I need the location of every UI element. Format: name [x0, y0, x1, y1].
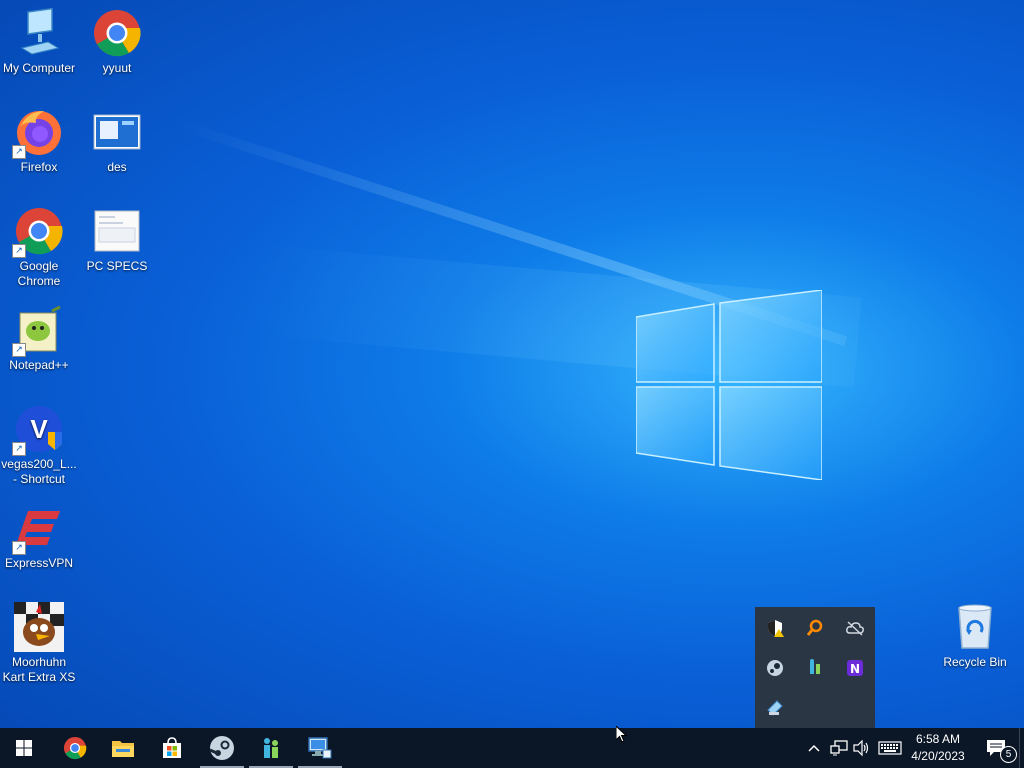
network-icon — [830, 740, 848, 756]
desktop-icon-notepad-plus-plus[interactable]: ↗ Notepad++ — [0, 303, 78, 373]
network-app-icon[interactable] — [805, 658, 825, 678]
desktop-icon-label: des — [107, 160, 127, 174]
notepad-plus-plus-icon: ↗ — [12, 305, 64, 357]
wallpaper-light-beam — [178, 120, 848, 347]
desktop-icon-recycle-bin[interactable]: Recycle Bin — [936, 600, 1014, 670]
security-warning-icon[interactable] — [765, 618, 785, 638]
desktop-icon-yyuut[interactable]: yyuut — [78, 6, 156, 76]
shortcut-arrow-icon: ↗ — [12, 442, 26, 456]
screenshot-file-icon — [92, 107, 142, 157]
chrome-icon: ↗ — [12, 206, 64, 258]
windows-start-icon — [16, 740, 32, 756]
expressvpn-icon: ↗ — [12, 503, 64, 555]
search-tool-icon[interactable] — [805, 618, 825, 638]
shortcut-arrow-icon: ↗ — [12, 541, 26, 555]
computer-icon — [14, 7, 64, 58]
taskbar: 6:58 AM 4/20/2023 5 — [0, 728, 1024, 768]
store-icon — [163, 737, 181, 758]
shortcut-arrow-icon: ↗ — [12, 244, 26, 258]
desktop-icon-moorhuhn-kart[interactable]: Moorhuhn Kart Extra XS — [0, 600, 78, 685]
desktop[interactable]: My Computer yyuut ↗ Firefox des ↗ Google… — [0, 0, 1024, 728]
tray-overflow-flyout: N — [755, 607, 875, 728]
svg-text:N: N — [850, 662, 860, 676]
usb-device-icon[interactable] — [765, 698, 785, 718]
shortcut-arrow-icon: ↗ — [12, 145, 26, 159]
desktop-icon-label: yyuut — [102, 61, 132, 75]
show-desktop-button[interactable] — [1019, 728, 1024, 768]
taskbar-steam[interactable] — [198, 728, 246, 768]
desktop-icon-my-computer[interactable]: My Computer — [0, 6, 78, 76]
shortcut-arrow-icon: ↗ — [12, 343, 26, 357]
cloud-offline-icon[interactable] — [845, 618, 865, 638]
desktop-icon-label: ExpressVPN — [4, 556, 74, 570]
desktop-icon-vegas-shortcut[interactable]: V ↗ vegas200_L... - Shortcut — [0, 402, 78, 487]
windows-logo-wallpaper — [636, 290, 822, 480]
n-app-icon[interactable]: N — [845, 658, 865, 678]
start-button[interactable] — [0, 728, 48, 768]
desktop-icon-label: Recycle Bin — [943, 655, 1007, 669]
mouse-cursor-icon — [616, 726, 628, 743]
vegas-icon: V ↗ — [12, 404, 64, 456]
desktop-icon-pc-specs[interactable]: PC SPECS — [78, 204, 156, 274]
clock-button[interactable]: 6:58 AM 4/20/2023 — [906, 728, 970, 768]
action-center-button[interactable]: 5 — [976, 728, 1017, 768]
volume-tray-button[interactable] — [851, 728, 873, 768]
network-tray-button[interactable] — [828, 728, 850, 768]
desktop-icon-label: Firefox — [20, 160, 58, 174]
chrome-icon — [63, 736, 87, 760]
firefox-icon: ↗ — [12, 107, 64, 159]
remote-desktop-icon — [308, 737, 332, 759]
notification-count-badge: 5 — [1000, 746, 1017, 763]
desktop-icon-label: Notepad++ — [9, 358, 69, 372]
clock-date: 4/20/2023 — [911, 749, 965, 763]
chrome-icon — [92, 8, 142, 58]
desktop-icon-des[interactable]: des — [78, 105, 156, 175]
moorhuhn-game-icon — [14, 602, 64, 652]
image-file-icon — [92, 206, 142, 256]
chevron-up-icon — [808, 744, 820, 752]
desktop-icon-label: My Computer — [2, 61, 76, 75]
taskbar-store[interactable] — [148, 728, 196, 768]
taskbar-chrome[interactable] — [51, 728, 99, 768]
desktop-icon-google-chrome[interactable]: ↗ Google Chrome — [0, 204, 78, 289]
desktop-icon-label: PC SPECS — [86, 259, 148, 273]
steam-icon — [209, 736, 234, 760]
keyboard-icon — [878, 741, 902, 755]
desktop-icon-expressvpn[interactable]: ↗ ExpressVPN — [0, 501, 78, 571]
show-hidden-icons-button[interactable] — [804, 728, 824, 768]
taskbar-remote-desktop[interactable] — [296, 728, 344, 768]
volume-icon — [853, 740, 869, 756]
steam-icon[interactable] — [765, 658, 785, 678]
clock-time: 6:58 AM — [915, 732, 961, 746]
touch-keyboard-button[interactable] — [877, 728, 903, 768]
recycle-bin-icon — [950, 602, 1000, 652]
folder-icon — [112, 741, 134, 757]
desktop-icon-firefox[interactable]: ↗ Firefox — [0, 105, 78, 175]
desktop-icon-label: Moorhuhn Kart Extra XS — [2, 655, 76, 684]
desktop-icon-label: Google Chrome — [17, 259, 61, 288]
taskbar-network-users[interactable] — [247, 728, 295, 768]
svg-text:V: V — [30, 414, 48, 444]
taskbar-file-explorer[interactable] — [99, 728, 147, 768]
desktop-icon-label: vegas200_L... - Shortcut — [1, 457, 77, 486]
wallpaper-light-beam — [256, 245, 862, 388]
network-users-icon — [264, 738, 278, 758]
